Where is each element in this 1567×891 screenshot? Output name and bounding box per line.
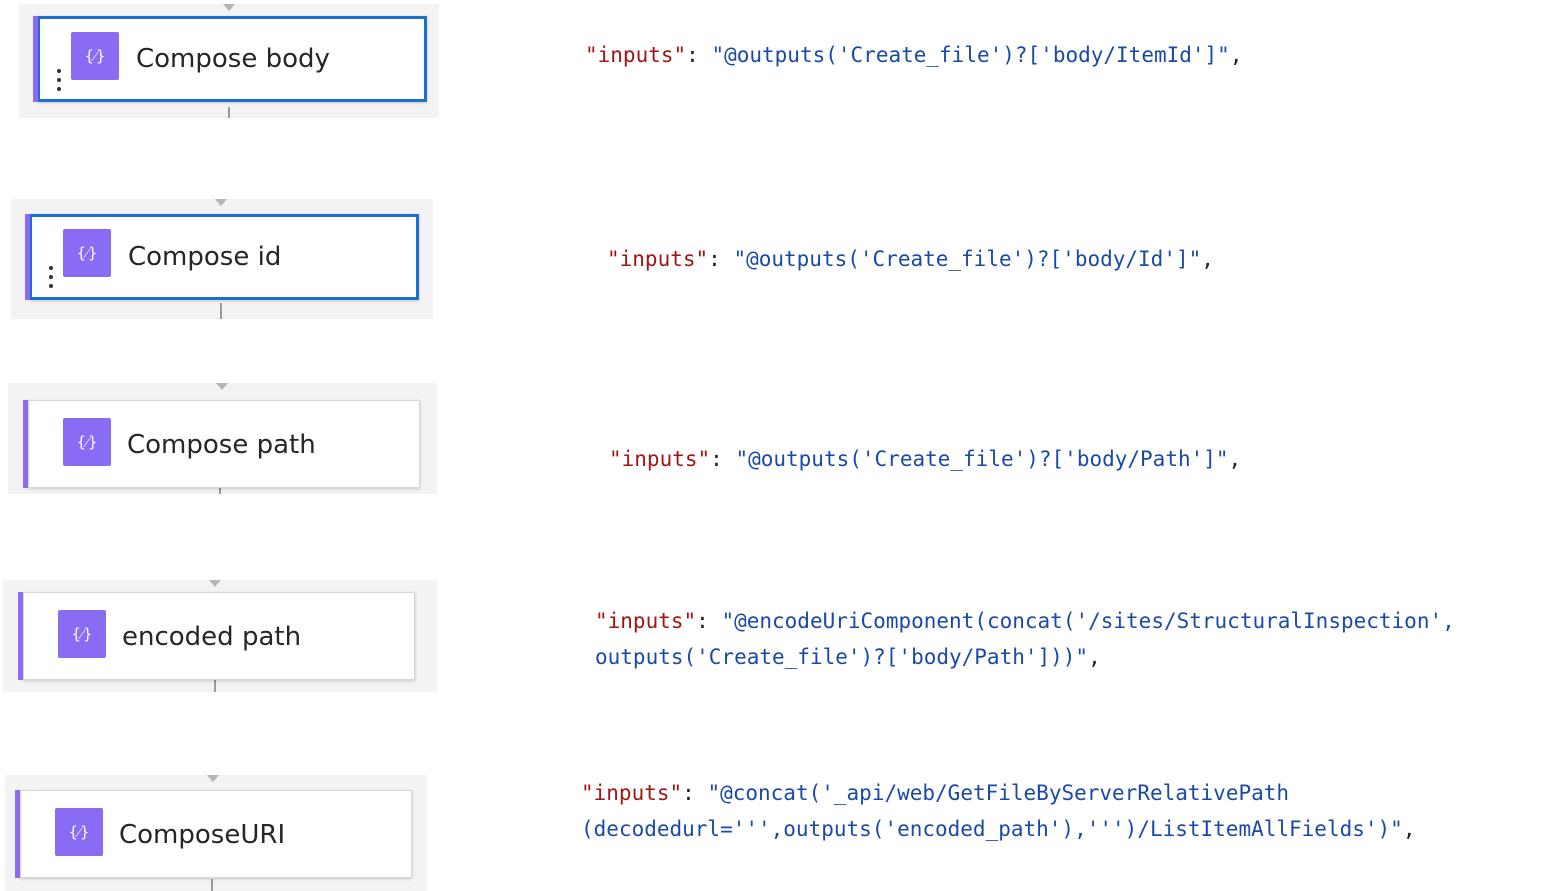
json-value: "@encodeUriComponent(concat('/sites/Stru… — [721, 609, 1455, 633]
connector-arrow-icon — [207, 775, 219, 782]
more-options-icon[interactable] — [56, 69, 62, 95]
action-card-compose-body[interactable]: {⁄} Compose body — [33, 16, 427, 102]
action-card-wrapper: {⁄} Compose path — [8, 383, 437, 494]
json-value: "@outputs('Create_file')?['body/Path']" — [735, 447, 1229, 471]
json-comma: , — [1229, 43, 1243, 67]
svg-text:{⁄}: {⁄} — [85, 47, 106, 65]
connector-arrow-icon — [215, 199, 227, 206]
action-card-encoded-path[interactable]: {⁄} encoded path — [18, 592, 415, 680]
json-value: (decodedurl=''',outputs('encoded_path'),… — [581, 817, 1403, 841]
connector-line — [219, 487, 221, 494]
action-card-wrapper: {⁄} encoded path — [3, 580, 437, 692]
connector-line — [214, 680, 216, 692]
connector-line — [228, 107, 230, 118]
svg-text:{⁄}: {⁄} — [72, 625, 93, 643]
json-key: "inputs" — [585, 43, 687, 67]
action-title: ComposeURI — [119, 820, 286, 850]
action-card-wrapper: {⁄} ComposeURI — [5, 775, 427, 891]
action-title: Compose body — [136, 44, 330, 74]
more-options-icon[interactable] — [48, 266, 54, 292]
json-colon: : — [696, 609, 722, 633]
json-value: "@outputs('Create_file')?['body/ItemId']… — [711, 43, 1230, 67]
action-title: encoded path — [122, 622, 302, 652]
json-comma: , — [1201, 247, 1214, 271]
json-comma: , — [1402, 817, 1416, 841]
connector-arrow-icon — [216, 383, 228, 390]
code-snippet-compose-id: "inputs": "@outputs('Create_file')?['bod… — [607, 241, 1214, 277]
flow-canvas: {⁄} Compose body {⁄} Compose id {⁄} Comp… — [0, 0, 1567, 891]
action-card-wrapper: {⁄} Compose body — [19, 4, 439, 118]
action-card-compose-id[interactable]: {⁄} Compose id — [25, 214, 419, 300]
card-accent-bar — [23, 400, 28, 488]
json-value: "@outputs('Create_file')?['body/Id']" — [733, 247, 1202, 271]
compose-braces-icon: {⁄} — [55, 808, 103, 856]
json-comma: , — [1228, 447, 1242, 471]
svg-text:{⁄}: {⁄} — [77, 244, 98, 262]
card-accent-bar — [18, 592, 23, 680]
code-snippet-composeuri: "inputs": "@concat('_api/web/GetFileBySe… — [581, 775, 1415, 847]
json-key: "inputs" — [581, 781, 683, 805]
json-key: "inputs" — [595, 609, 697, 633]
card-accent-bar — [25, 214, 30, 300]
json-value: "@concat('_api/web/GetFileByServerRelati… — [707, 781, 1290, 805]
connector-arrow-icon — [223, 4, 235, 11]
json-colon: : — [708, 247, 734, 271]
code-snippet-compose-body: "inputs": "@outputs('Create_file')?['bod… — [585, 37, 1242, 73]
json-comma: , — [1088, 645, 1101, 669]
action-card-composeuri[interactable]: {⁄} ComposeURI — [15, 790, 412, 878]
action-card-wrapper: {⁄} Compose id — [11, 199, 433, 319]
svg-text:{⁄}: {⁄} — [69, 823, 90, 841]
action-title: Compose path — [127, 430, 316, 460]
compose-braces-icon: {⁄} — [63, 418, 111, 466]
json-colon: : — [710, 447, 736, 471]
json-colon: : — [686, 43, 712, 67]
connector-line — [220, 303, 222, 319]
json-key: "inputs" — [609, 447, 711, 471]
connector-arrow-icon — [209, 580, 221, 587]
action-card-compose-path[interactable]: {⁄} Compose path — [23, 400, 420, 488]
card-accent-bar — [15, 790, 20, 878]
json-key: "inputs" — [607, 247, 709, 271]
connector-line — [211, 879, 213, 891]
action-title: Compose id — [128, 242, 282, 272]
card-accent-bar — [33, 16, 38, 102]
code-snippet-encoded-path: "inputs": "@encodeUriComponent(concat('/… — [595, 603, 1455, 675]
compose-braces-icon: {⁄} — [63, 229, 111, 277]
json-colon: : — [682, 781, 708, 805]
compose-braces-icon: {⁄} — [58, 610, 106, 658]
json-value: outputs('Create_file')?['body/Path']))" — [595, 645, 1089, 669]
compose-braces-icon: {⁄} — [71, 32, 119, 80]
svg-text:{⁄}: {⁄} — [77, 433, 98, 451]
code-snippet-compose-path: "inputs": "@outputs('Create_file')?['bod… — [609, 441, 1241, 477]
